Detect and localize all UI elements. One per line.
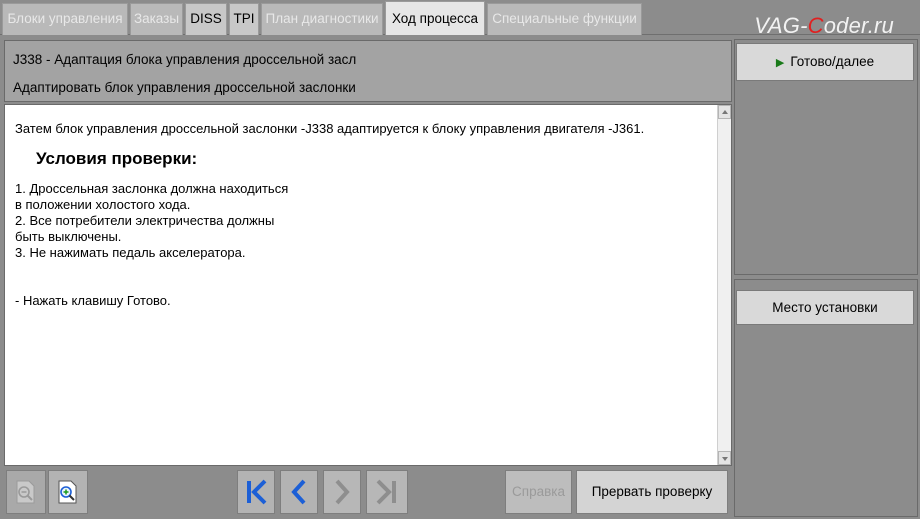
tab-process[interactable]: Ход процесса bbox=[385, 1, 485, 35]
zoom-out-button[interactable] bbox=[6, 470, 46, 514]
instruction-final: - Нажать клавишу Готово. bbox=[15, 293, 171, 308]
watermark: VAG-Coder.ru bbox=[754, 13, 894, 38]
next-icon bbox=[335, 479, 350, 505]
vertical-scrollbar[interactable] bbox=[717, 105, 731, 465]
intro-text: Затем блок управления дроссельной заслон… bbox=[15, 121, 645, 136]
next-button[interactable] bbox=[323, 470, 361, 514]
procedure-header: J338 - Адаптация блока управления дроссе… bbox=[4, 40, 732, 102]
procedure-subtitle: Адаптировать блок управления дроссельной… bbox=[13, 80, 356, 95]
ready-next-label: Готово/далее bbox=[790, 54, 875, 69]
tab-diagnostic-plan[interactable]: План диагностики bbox=[261, 3, 383, 35]
zoom-out-icon bbox=[16, 480, 35, 504]
first-page-button[interactable] bbox=[237, 470, 275, 514]
scroll-down-button[interactable] bbox=[718, 451, 731, 465]
play-icon: ▶ bbox=[775, 57, 785, 69]
conditions-heading: Условия проверки: bbox=[36, 149, 198, 168]
previous-button[interactable] bbox=[280, 470, 318, 514]
condition-line: быть выключены. bbox=[15, 229, 122, 244]
installation-location-button[interactable]: Место установки bbox=[736, 290, 914, 325]
condition-line: 2. Все потребители электричества должны bbox=[15, 213, 275, 228]
last-page-button[interactable] bbox=[366, 470, 408, 514]
instruction-panel: Затем блок управления дроссельной заслон… bbox=[4, 104, 732, 466]
zoom-in-button[interactable] bbox=[48, 470, 88, 514]
zoom-in-icon bbox=[58, 480, 77, 504]
instruction-text: Затем блок управления дроссельной заслон… bbox=[15, 121, 715, 309]
tab-bar: Блоки управления Заказы DISS TPI План ди… bbox=[0, 0, 920, 38]
tab-tpi[interactable]: TPI bbox=[229, 3, 259, 35]
procedure-title: J338 - Адаптация блока управления дроссе… bbox=[13, 52, 357, 67]
first-page-icon bbox=[247, 479, 267, 505]
prev-icon bbox=[291, 479, 306, 505]
tab-diss[interactable]: DISS bbox=[185, 3, 227, 35]
tab-control-units[interactable]: Блоки управления bbox=[2, 3, 128, 35]
last-page-icon bbox=[376, 479, 396, 505]
help-button[interactable]: Справка bbox=[505, 470, 572, 514]
abort-test-button[interactable]: Прервать проверку bbox=[576, 470, 728, 514]
condition-line: 3. Не нажимать педаль акселератора. bbox=[15, 245, 246, 260]
ready-next-button[interactable]: ▶ Готово/далее bbox=[736, 43, 914, 81]
tab-special-functions[interactable]: Специальные функции bbox=[487, 3, 642, 35]
tab-orders[interactable]: Заказы bbox=[130, 3, 183, 35]
condition-line: 1. Дроссельная заслонка должна находитьс… bbox=[15, 181, 289, 196]
condition-line: в положении холостого хода. bbox=[15, 197, 191, 212]
scroll-up-button[interactable] bbox=[718, 105, 731, 119]
